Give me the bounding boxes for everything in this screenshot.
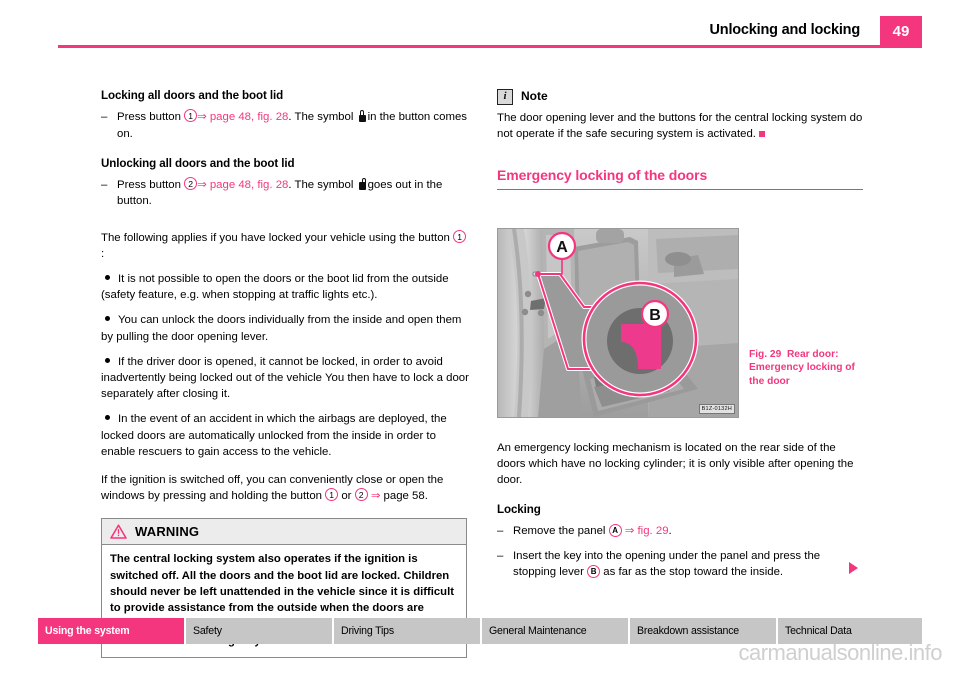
list-item: – Press button 2 ⇒ page 48, fig. 28. The … [101,177,469,209]
arrow-glyph: ⇒ [197,111,207,124]
closing-text-after: page 58. [383,490,428,503]
step-text-before: Press button [117,179,181,192]
cross-reference-link[interactable]: page 48, fig. 28 [210,111,289,123]
step-text-mid: . The symbol [288,179,354,192]
list-item: – Remove the panel A ⇒ fig. 29. [497,523,865,539]
note-header: i Note [497,88,865,105]
callout-circle-2: 2 [184,177,198,191]
list-item: – Insert the key into the opening under … [497,548,865,580]
step-text-after: as far as the stop toward the inside. [603,566,784,579]
list-item-text: Press button 1 ⇒ page 48, fig. 28. The sy… [117,109,469,141]
dash-marker: – [497,550,504,563]
emergency-paragraph: An emergency locking mechanism is locate… [497,442,854,487]
bullet-text: You can unlock the doors individually fr… [101,314,462,343]
list-item-text: Insert the key into the opening under th… [513,548,865,580]
section-heading-emergency-locking: Emergency locking of the doors [497,166,863,191]
intro-text-after: : [101,247,105,260]
tab-driving-tips[interactable]: Driving Tips [334,618,482,644]
note-body: The door opening lever and the buttons f… [497,110,865,142]
rear-door-illustration: A B [498,229,738,417]
list-item: – Press button 1 ⇒ page 48, fig. 28. The … [101,109,469,141]
bullet-item: You can unlock the doors individually fr… [101,312,469,344]
page-title: Unlocking and locking [709,22,861,38]
bullet-item: In the event of an accident in which the… [101,411,469,460]
closing-or: or [341,490,352,503]
warning-header: WARNING [102,519,466,546]
step-text-before: Press button [117,111,181,124]
callout-circle-a: A [608,524,622,538]
arrow-glyph: ⇒ [624,525,635,538]
figure-image-rear-door: A B B1Z-0132H [497,228,739,418]
info-icon: i [497,88,513,105]
end-of-note-marker [758,131,765,138]
dash-marker: – [497,525,504,538]
header-rule [58,45,922,48]
page-header: Unlocking and locking 49 [58,16,922,50]
list-item-text: Remove the panel A ⇒ fig. 29. [513,523,865,539]
heading-locking-all-doors: Locking all doors and the boot lid [101,89,284,102]
callout-circle-1: 1 [325,488,339,502]
bullet-text: If the driver door is opened, it cannot … [101,355,469,401]
figure-caption-number: Fig. 29 [749,349,782,360]
heading-locking: Locking [497,502,541,516]
figure-29: A B B1Z-0132H Fig. 29 Rear door: Emergen… [497,228,863,418]
lock-open-icon [358,178,366,191]
svg-text:B: B [649,307,661,324]
site-watermark: carmanualsonline.info [738,640,942,665]
warning-triangle-icon [110,524,127,540]
manual-page: Unlocking and locking 49 Locking all doo… [0,0,960,673]
step-text-before: Remove the panel [513,525,606,538]
tab-using-the-system[interactable]: Using the system [38,618,186,644]
svg-text:A: A [556,239,568,256]
tab-general-maintenance[interactable]: General Maintenance [482,618,630,644]
heading-unlocking-all-doors: Unlocking all doors and the boot lid [101,156,295,170]
dash-marker: – [101,111,108,124]
right-column: i Note The door opening lever and the bu… [497,88,865,191]
step-text-after: . [668,525,672,538]
bullet-dot-icon [101,411,118,427]
cross-reference-link[interactable]: page 48, fig. 28 [210,179,289,191]
callout-circle-2: 2 [354,488,368,502]
arrow-glyph: ⇒ [370,490,381,503]
figure-caption: Fig. 29 Rear door: Emergency locking of … [749,348,863,388]
dash-marker: – [101,179,108,192]
bullet-item: If the driver door is opened, it cannot … [101,354,469,403]
step-text-mid: . The symbol [288,111,354,124]
closing-paragraph: If the ignition is switched off, you can… [101,472,469,504]
bullet-text: In the event of an accident in which the… [101,413,447,458]
right-column-lower: An emergency locking mechanism is locate… [497,440,865,590]
intro-paragraph: The following applies if you have locked… [101,229,469,262]
bullet-text: It is not possible to open the doors or … [101,273,449,302]
note-title: Note [521,89,548,103]
warning-title: WARNING [135,523,200,539]
bullet-item: It is not possible to open the doors or … [101,271,469,303]
figure-image-code: B1Z-0132H [698,404,735,414]
tab-safety[interactable]: Safety [186,618,334,644]
arrow-glyph: ⇒ [197,179,207,192]
note-body-text: The door opening lever and the buttons f… [497,112,863,141]
callout-circle-1: 1 [453,229,467,243]
bullet-dot-icon [101,312,118,328]
continue-arrow-icon [849,562,858,574]
bullet-dot-icon [101,271,118,287]
callout-circle-b: B [587,565,601,579]
intro-text-before: The following applies if you have locked… [101,231,450,244]
page-number-badge: 49 [880,16,922,47]
list-item-text: Press button 2 ⇒ page 48, fig. 28. The sy… [117,177,469,209]
lock-closed-icon [358,110,366,123]
bullet-dot-icon [101,354,118,370]
left-column: Locking all doors and the boot lid – Pre… [101,88,469,658]
cross-reference-link[interactable]: fig. 29 [638,525,669,537]
callout-circle-1: 1 [184,109,198,123]
